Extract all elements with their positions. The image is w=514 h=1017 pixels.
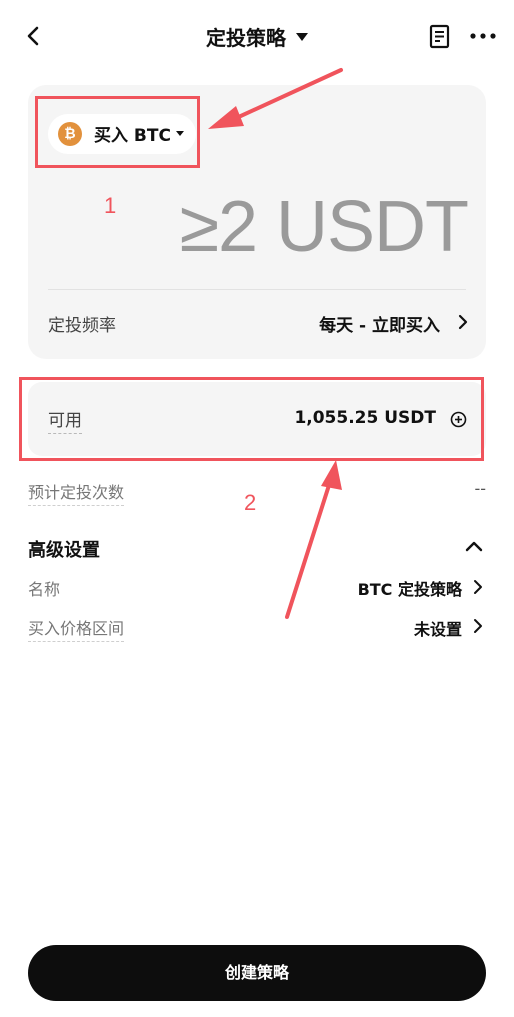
annotation-label-1: 1 [104, 193, 117, 218]
chevron-up-icon[interactable] [464, 538, 484, 554]
more-dots-icon[interactable] [470, 28, 496, 44]
estimated-count-value: -- [474, 479, 486, 498]
price-range-label: 买入价格区间 [28, 615, 125, 642]
annotation-label-2: 2 [244, 490, 257, 515]
estimated-count-label: 预计定投次数 [28, 479, 125, 506]
annotation-box-1 [35, 96, 200, 168]
amount-input[interactable]: ≥2 USDT [179, 186, 469, 268]
frequency-label: 定投频率 [48, 316, 116, 336]
document-icon[interactable] [428, 24, 452, 50]
strategy-name-value[interactable]: BTC 定投策略 [358, 576, 462, 600]
page-title: 定投策略 [206, 26, 286, 50]
annotation-box-2 [19, 377, 484, 461]
chevron-right-icon[interactable] [472, 618, 484, 634]
advanced-settings-title[interactable]: 高级设置 [28, 536, 100, 562]
chevron-right-icon[interactable] [472, 579, 484, 595]
card-divider [48, 289, 466, 290]
price-range-value[interactable]: 未设置 [414, 616, 462, 640]
title-dropdown-caret-icon [296, 32, 308, 41]
chevron-right-icon[interactable] [456, 313, 470, 331]
strategy-name-label: 名称 [28, 580, 61, 599]
create-strategy-button[interactable]: 创建策略 [28, 945, 486, 1001]
frequency-value[interactable]: 每天 - 立即买入 [319, 311, 440, 336]
annotation-arrow-2 [285, 460, 342, 619]
